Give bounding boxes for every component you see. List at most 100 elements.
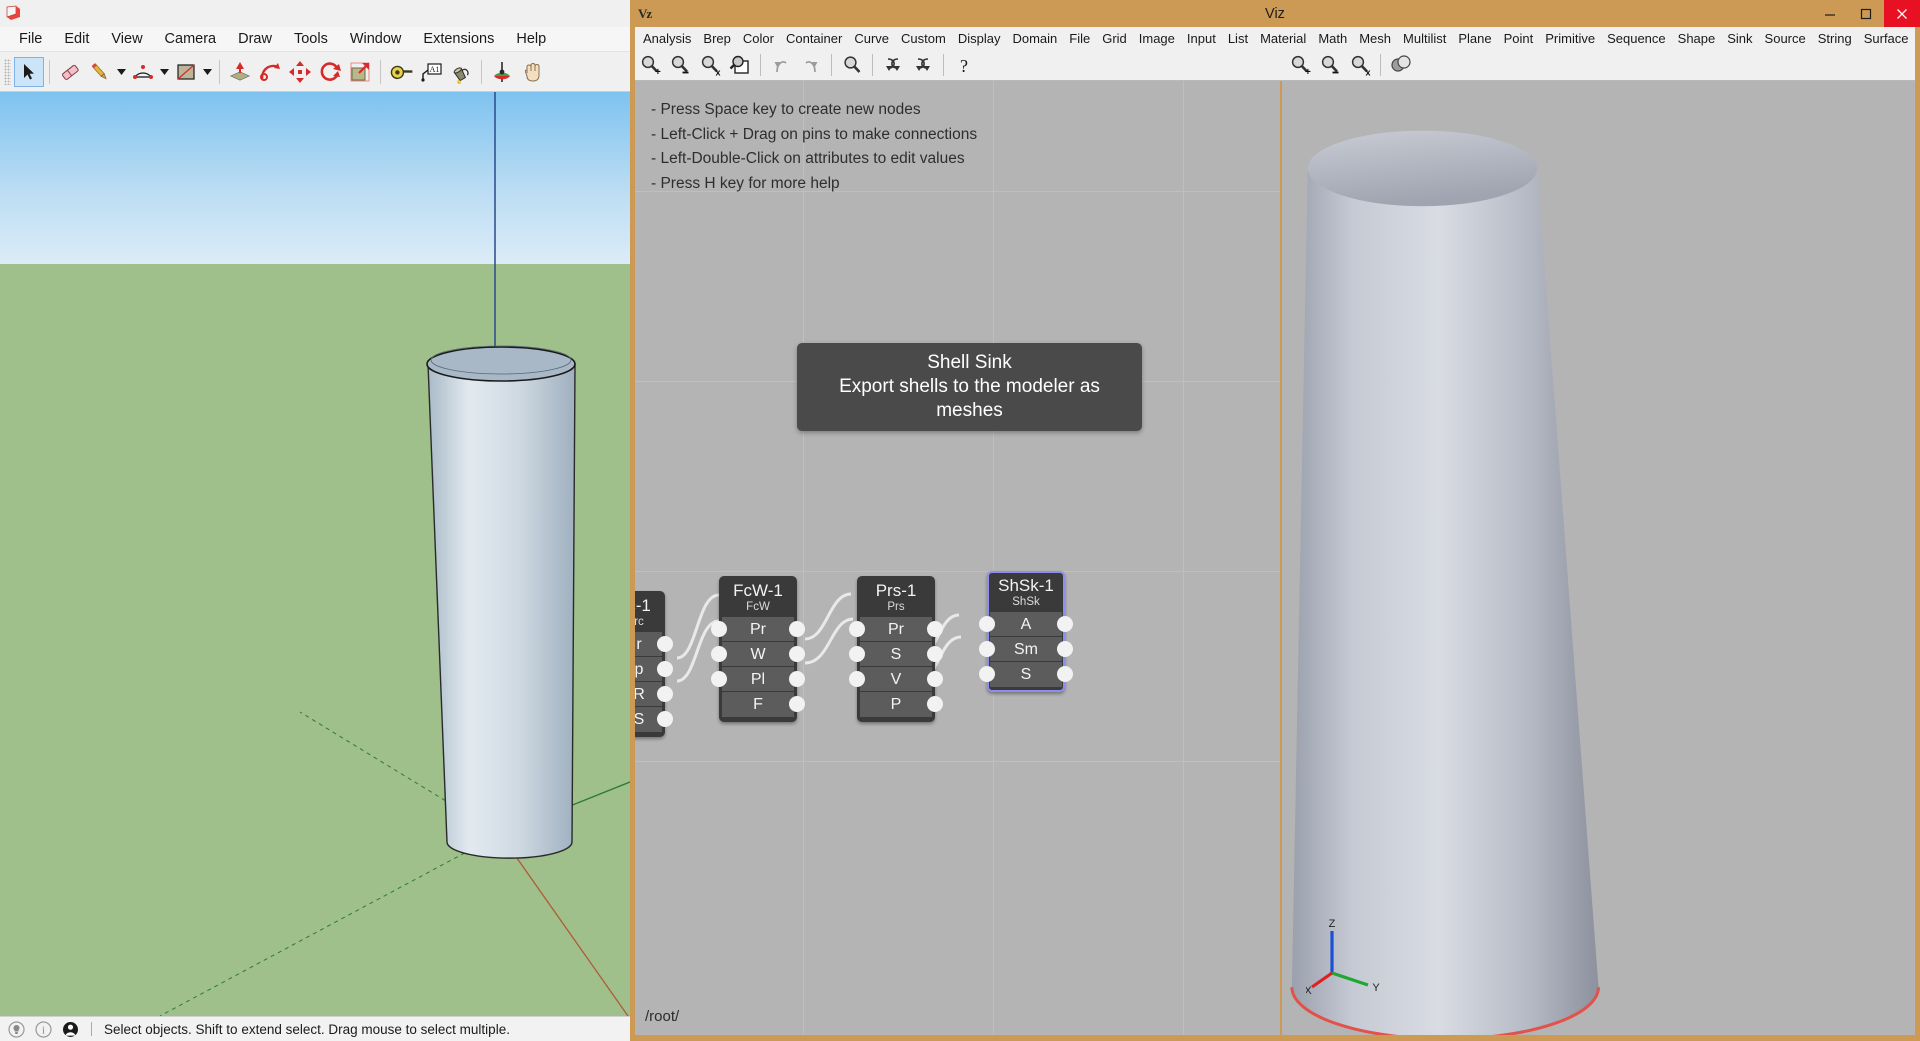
- input-pin[interactable]: [849, 621, 865, 637]
- redo-button[interactable]: [796, 51, 826, 79]
- input-pin[interactable]: [711, 671, 727, 687]
- collapse-all-button[interactable]: [878, 51, 908, 79]
- viz-menubar[interactable]: Analysis Brep Color Container Curve Cust…: [635, 27, 1915, 49]
- menu-math[interactable]: Math: [1312, 29, 1353, 48]
- shading-toggle-button[interactable]: [1386, 51, 1416, 79]
- menu-mesh[interactable]: Mesh: [1353, 29, 1397, 48]
- output-pin[interactable]: [657, 711, 673, 727]
- minimize-button[interactable]: [1812, 0, 1848, 27]
- menu-view[interactable]: View: [100, 29, 153, 49]
- view-zoom-in-button[interactable]: +: [1285, 51, 1315, 79]
- node-attribute[interactable]: A: [990, 612, 1062, 637]
- pan-hand-tool[interactable]: [517, 57, 547, 87]
- zoom-to-fit-button[interactable]: [725, 51, 755, 79]
- zoom-reset-button[interactable]: x: [695, 51, 725, 79]
- person-icon[interactable]: [62, 1021, 79, 1038]
- menu-custom[interactable]: Custom: [895, 29, 952, 48]
- menu-domain[interactable]: Domain: [1006, 29, 1063, 48]
- node-attribute[interactable]: p: [635, 657, 662, 682]
- facewall-node[interactable]: FcW-1 FcW Pr W Pl F: [719, 576, 797, 722]
- rectangle-tool[interactable]: [171, 57, 201, 87]
- node-attribute[interactable]: F: [722, 692, 794, 717]
- output-pin[interactable]: [657, 661, 673, 677]
- output-pin[interactable]: [1057, 666, 1073, 682]
- menu-file[interactable]: File: [8, 29, 53, 49]
- menu-curve[interactable]: Curve: [848, 29, 895, 48]
- menu-display[interactable]: Display: [952, 29, 1007, 48]
- node-graph-canvas[interactable]: - Press Space key to create new nodes - …: [635, 81, 1280, 1035]
- sketchup-viewport[interactable]: [0, 92, 630, 1016]
- paint-bucket-tool[interactable]: [446, 57, 476, 87]
- node-attribute[interactable]: R: [635, 682, 662, 707]
- menu-window[interactable]: Window: [339, 29, 413, 49]
- menu-plane[interactable]: Plane: [1452, 29, 1497, 48]
- output-pin[interactable]: [1057, 616, 1073, 632]
- arc-tool-dropdown[interactable]: [158, 57, 171, 87]
- cylinder-source-node[interactable]: c-1 rc r p R S: [635, 591, 665, 737]
- input-pin[interactable]: [979, 616, 995, 632]
- menu-shape[interactable]: Shape: [1672, 29, 1722, 48]
- menu-primitive[interactable]: Primitive: [1539, 29, 1601, 48]
- shell-sink-node[interactable]: ShSk-1 ShSk A Sm S: [987, 571, 1065, 692]
- menu-extensions[interactable]: Extensions: [412, 29, 505, 49]
- viz-3d-viewport[interactable]: Z Y X: [1280, 81, 1915, 1035]
- menu-input[interactable]: Input: [1181, 29, 1222, 48]
- eraser-tool[interactable]: [55, 57, 85, 87]
- menu-material[interactable]: Material: [1254, 29, 1312, 48]
- menu-analysis[interactable]: Analysis: [637, 29, 697, 48]
- follow-me-tool[interactable]: [255, 57, 285, 87]
- output-pin[interactable]: [1057, 641, 1073, 657]
- node-attribute[interactable]: S: [990, 662, 1062, 687]
- viz-titlebar[interactable]: Vz Viz: [630, 0, 1920, 27]
- output-pin[interactable]: [789, 646, 805, 662]
- menu-draw[interactable]: Draw: [227, 29, 283, 49]
- info-circle-icon[interactable]: i: [35, 1021, 52, 1038]
- menu-file[interactable]: File: [1063, 29, 1096, 48]
- output-pin[interactable]: [927, 646, 943, 662]
- node-attribute[interactable]: Pr: [860, 617, 932, 642]
- prism-node[interactable]: Prs-1 Prs Pr S V P: [857, 576, 935, 722]
- input-pin[interactable]: [979, 666, 995, 682]
- node-attribute[interactable]: S: [635, 707, 662, 732]
- output-pin[interactable]: [657, 636, 673, 652]
- menu-tools[interactable]: Tools: [283, 29, 339, 49]
- line-tool[interactable]: [85, 57, 115, 87]
- node-attribute[interactable]: P: [860, 692, 932, 717]
- tape-measure-tool[interactable]: [386, 57, 416, 87]
- output-pin[interactable]: [927, 671, 943, 687]
- menu-sink[interactable]: Sink: [1721, 29, 1758, 48]
- menu-image[interactable]: Image: [1133, 29, 1181, 48]
- line-tool-dropdown[interactable]: [115, 57, 128, 87]
- menu-point[interactable]: Point: [1498, 29, 1540, 48]
- zoom-in-button[interactable]: +: [635, 51, 665, 79]
- menu-list[interactable]: List: [1222, 29, 1254, 48]
- view-zoom-out-button[interactable]: [1315, 51, 1345, 79]
- output-pin[interactable]: [789, 671, 805, 687]
- output-pin[interactable]: [789, 621, 805, 637]
- rotate-tool[interactable]: [315, 57, 345, 87]
- menu-camera[interactable]: Camera: [154, 29, 228, 49]
- info-bulb-icon[interactable]: [8, 1021, 25, 1038]
- input-pin[interactable]: [979, 641, 995, 657]
- input-pin[interactable]: [849, 646, 865, 662]
- menu-brep[interactable]: Brep: [697, 29, 736, 48]
- node-attribute[interactable]: Pr: [722, 617, 794, 642]
- menu-surface[interactable]: Surface: [1858, 29, 1915, 48]
- node-attribute[interactable]: W: [722, 642, 794, 667]
- expand-all-button[interactable]: [908, 51, 938, 79]
- help-button[interactable]: ?: [949, 51, 979, 79]
- zoom-out-button[interactable]: [665, 51, 695, 79]
- output-pin[interactable]: [657, 686, 673, 702]
- undo-button[interactable]: [766, 51, 796, 79]
- node-attribute[interactable]: S: [860, 642, 932, 667]
- axes-tool[interactable]: [487, 57, 517, 87]
- node-attribute[interactable]: Pl: [722, 667, 794, 692]
- menu-color[interactable]: Color: [737, 29, 780, 48]
- output-pin[interactable]: [927, 696, 943, 712]
- view-zoom-reset-button[interactable]: x: [1345, 51, 1375, 79]
- arc-tool[interactable]: [128, 57, 158, 87]
- move-tool[interactable]: [285, 57, 315, 87]
- node-attribute[interactable]: V: [860, 667, 932, 692]
- menu-help[interactable]: Help: [505, 29, 557, 49]
- close-button[interactable]: [1884, 0, 1920, 27]
